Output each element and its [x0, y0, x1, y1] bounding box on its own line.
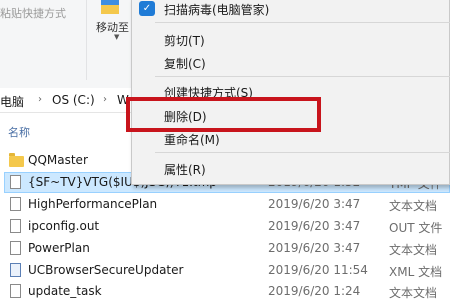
file-name[interactable]: update_task	[28, 284, 102, 298]
folder-icon	[9, 153, 24, 167]
chevron-down-icon[interactable]: ▼	[114, 33, 119, 41]
file-icon	[10, 219, 21, 233]
menu-item-properties[interactable]: 属性(R)	[164, 161, 206, 178]
file-name[interactable]: PowerPlan	[28, 241, 90, 255]
file-date: 2019/6/20 3:47	[268, 241, 361, 255]
menu-item-copy[interactable]: 复制(C)	[164, 55, 206, 72]
file-date: 2019/6/20 3:47	[268, 219, 361, 233]
move-to-button[interactable]: 移动至	[96, 19, 129, 35]
file-icon	[10, 175, 21, 189]
menu-item-cut[interactable]: 剪切(T)	[164, 32, 205, 49]
file-date: 2019/6/20 11:54	[268, 263, 368, 277]
menu-divider	[155, 76, 450, 77]
app-icon	[10, 263, 21, 277]
chevron-right-icon[interactable]: ›	[103, 94, 107, 105]
file-name[interactable]: HighPerformancePlan	[28, 197, 157, 211]
file-type: 文本文档	[389, 199, 438, 213]
breadcrumb-os-c[interactable]: OS (C:)	[52, 93, 95, 107]
column-header-name[interactable]: 名称	[8, 124, 30, 140]
menu-divider	[155, 152, 450, 153]
menu-item-scan-virus[interactable]: 扫描病毒(电脑管家)	[164, 1, 269, 18]
file-date: 2019/6/20 1:24	[268, 284, 361, 298]
file-icon	[10, 241, 21, 255]
paste-shortcut-button[interactable]: 粘贴快捷方式	[0, 5, 66, 21]
file-type: XML 文档	[389, 265, 443, 279]
file-type: OUT 文件	[389, 221, 443, 235]
breadcrumb-this-pc[interactable]: 电脑	[0, 93, 24, 110]
menu-divider	[155, 22, 450, 23]
file-type: 文本文档	[389, 243, 438, 257]
file-type: 文本文档	[389, 286, 438, 300]
file-name[interactable]: ipconfig.out	[28, 219, 99, 233]
move-to-icon	[101, 0, 119, 14]
highlight-annotation-box	[126, 97, 321, 132]
file-icon	[10, 197, 21, 211]
file-name[interactable]: UCBrowserSecureUpdater	[28, 263, 183, 277]
file-name[interactable]: QQMaster	[28, 153, 88, 167]
file-icon	[10, 284, 21, 298]
chevron-right-icon[interactable]: ›	[38, 94, 42, 105]
file-date: 2019/6/20 3:47	[268, 197, 361, 211]
shield-check-icon: ✓	[139, 1, 155, 16]
ribbon-divider	[86, 0, 87, 80]
menu-item-rename[interactable]: 重命名(M)	[164, 131, 220, 148]
